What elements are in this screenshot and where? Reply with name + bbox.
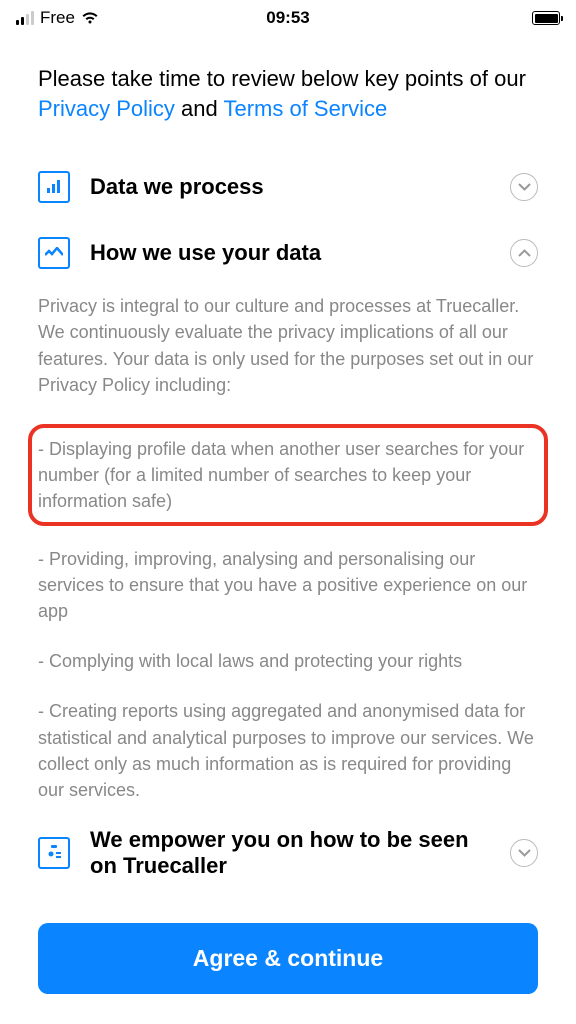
id-card-icon [38,837,70,869]
accordion-how-use[interactable]: How we use your data [38,237,538,269]
status-left: Free [16,8,99,28]
footer: Agree & continue [0,923,576,1024]
chevron-down-icon [510,173,538,201]
wifi-icon [81,11,99,25]
bullet-item: - Displaying profile data when another u… [38,436,538,514]
accordion-title: How we use your data [90,240,490,266]
accordion-empower[interactable]: We empower you on how to be seen on True… [38,827,538,880]
bullet-item: - Creating reports using aggregated and … [38,698,538,802]
bullet-item: - Providing, improving, analysing and pe… [38,546,538,624]
bullet-item: - Complying with local laws and protecti… [38,648,538,674]
carrier-label: Free [40,8,75,28]
terms-link[interactable]: Terms of Service [223,96,387,121]
status-bar: Free 09:53 [0,0,576,34]
privacy-policy-link[interactable]: Privacy Policy [38,96,175,121]
chevron-down-icon [510,839,538,867]
battery-icon [532,11,560,25]
content-area: Please take time to review below key poi… [0,34,576,880]
accordion-title: We empower you on how to be seen on True… [90,827,490,880]
accordion-data-process[interactable]: Data we process [38,171,538,203]
signal-icon [16,11,34,25]
chevron-up-icon [510,239,538,267]
agree-continue-button[interactable]: Agree & continue [38,923,538,994]
intro-middle: and [175,96,224,121]
intro-prefix: Please take time to review below key poi… [38,66,526,91]
chart-icon [38,171,70,203]
clock: 09:53 [266,8,309,28]
intro-text: Please take time to review below key poi… [38,64,538,123]
accordion-title: Data we process [90,174,490,200]
highlight-box: - Displaying profile data when another u… [28,424,548,526]
activity-icon [38,237,70,269]
section-body: Privacy is integral to our culture and p… [38,293,538,397]
